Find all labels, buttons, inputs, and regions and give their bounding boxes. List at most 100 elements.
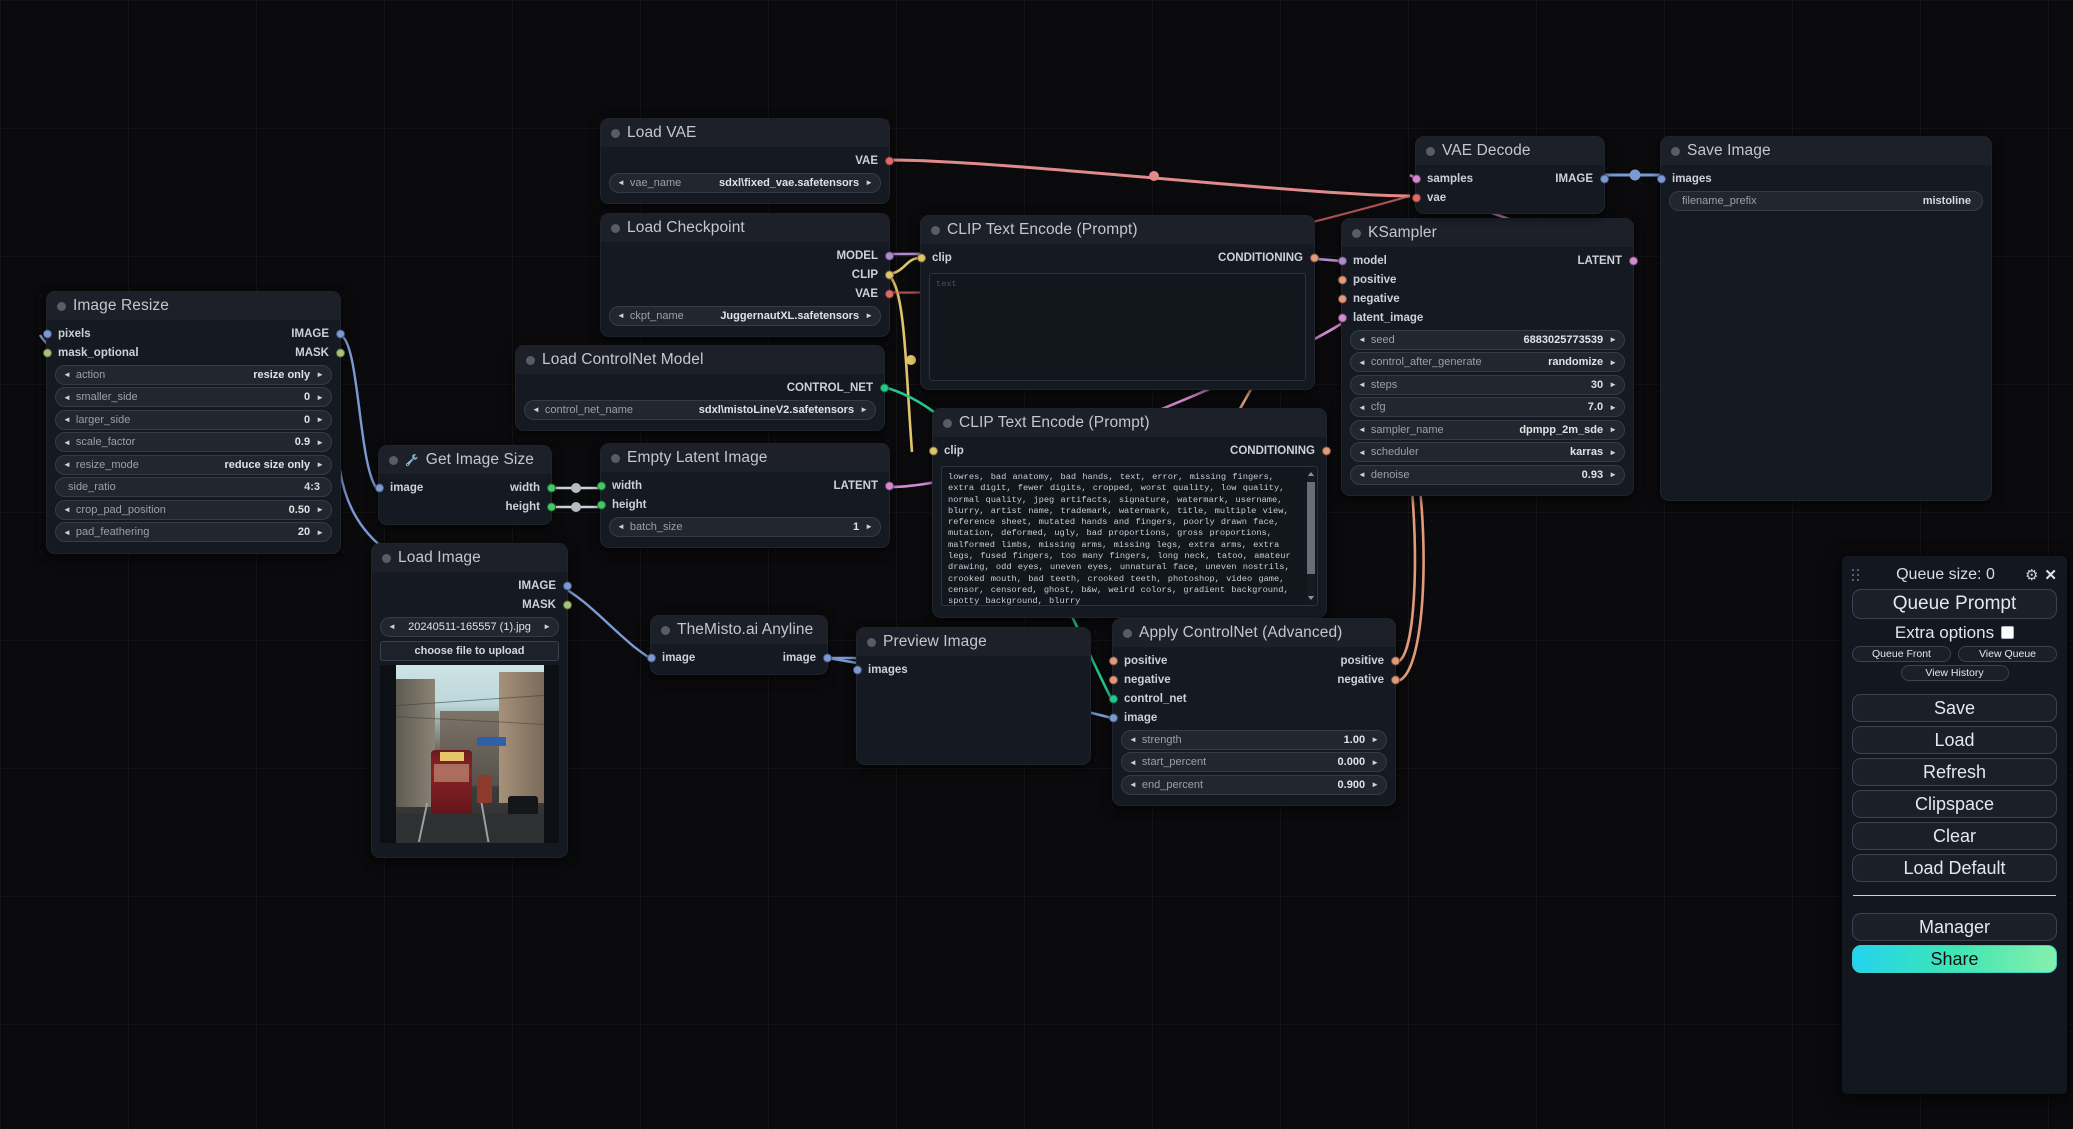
node-preview-image[interactable]: Preview Image images (856, 627, 1091, 765)
input-port-image[interactable] (375, 483, 384, 492)
increment-arrow-icon[interactable]: ► (1371, 735, 1379, 744)
widget-end-percent[interactable]: ◄ end_percent 0.900 ► (1121, 775, 1387, 795)
decrement-arrow-icon[interactable]: ◄ (617, 522, 625, 531)
decrement-arrow-icon[interactable]: ◄ (617, 311, 625, 320)
widget-pad-feathering[interactable]: ◄ pad_feathering 20 ► (55, 522, 332, 542)
output-port-width[interactable] (547, 483, 556, 492)
input-port-control-net[interactable] (1109, 694, 1118, 703)
widget-vae-name[interactable]: ◄ vae_name sdxl\fixed_vae.safetensors ► (609, 173, 881, 193)
node-get-image-size[interactable]: 🔧 Get Image Size image width height (378, 445, 552, 525)
collapse-dot-icon[interactable] (382, 554, 391, 563)
widget-denoise[interactable]: ◄ denoise 0.93 ► (1350, 465, 1625, 485)
output-port-image[interactable] (563, 581, 572, 590)
widget-seed[interactable]: ◄ seed 6883025773539 ► (1350, 330, 1625, 350)
node-title-bar[interactable]: Empty Latent Image (601, 444, 889, 472)
gear-icon[interactable]: ⚙ (2025, 566, 2038, 584)
save-button[interactable]: Save (1852, 694, 2057, 722)
decrement-arrow-icon[interactable]: ◄ (1129, 735, 1137, 744)
queue-front-button[interactable]: Queue Front (1852, 646, 1951, 662)
collapse-dot-icon[interactable] (611, 224, 620, 233)
input-port-negative[interactable] (1109, 675, 1118, 684)
node-load-vae[interactable]: Load VAE VAE ◄ vae_name sdxl\fixed_vae.s… (600, 118, 890, 204)
output-port-vae[interactable] (885, 156, 894, 165)
decrement-arrow-icon[interactable]: ◄ (63, 370, 71, 379)
node-clip-text-encode-positive[interactable]: CLIP Text Encode (Prompt) clip CONDITION… (920, 215, 1315, 390)
increment-arrow-icon[interactable]: ► (1609, 425, 1617, 434)
output-port-mask[interactable] (563, 600, 572, 609)
output-port-image[interactable] (336, 329, 345, 338)
negative-prompt-textarea[interactable]: lowres, bad anatomy, bad hands, text, er… (941, 466, 1318, 606)
widget-crop-pad-position[interactable]: ◄ crop_pad_position 0.50 ► (55, 500, 332, 520)
comfyui-menu-panel[interactable]: Queue size: 0 ⚙ ✕ Queue Prompt Extra opt… (1842, 556, 2067, 1094)
load-button[interactable]: Load (1852, 726, 2057, 754)
widget-side-ratio[interactable]: side_ratio 4:3 (55, 477, 332, 497)
textarea-scrollbar[interactable] (1307, 470, 1315, 602)
close-icon[interactable]: ✕ (2044, 566, 2057, 584)
increment-arrow-icon[interactable]: ► (865, 178, 873, 187)
widget-filename-prefix[interactable]: filename_prefix mistoline (1669, 191, 1983, 211)
extra-options-row[interactable]: Extra options (1852, 619, 2057, 646)
image-preview-thumbnail[interactable] (380, 665, 559, 843)
scrollbar-thumb[interactable] (1307, 482, 1315, 574)
node-clip-text-encode-negative[interactable]: CLIP Text Encode (Prompt) clip CONDITION… (932, 408, 1327, 618)
collapse-dot-icon[interactable] (661, 626, 670, 635)
widget-sampler-name[interactable]: ◄ sampler_name dpmpp_2m_sde ► (1350, 420, 1625, 440)
widget-action[interactable]: ◄ action resize only ► (55, 365, 332, 385)
input-port-image[interactable] (1109, 713, 1118, 722)
node-title-bar[interactable]: Preview Image (857, 628, 1090, 656)
input-port-width[interactable] (597, 481, 606, 490)
increment-arrow-icon[interactable]: ► (1609, 470, 1617, 479)
node-title-bar[interactable]: Load Image (372, 544, 567, 572)
node-title-bar[interactable]: Load VAE (601, 119, 889, 147)
decrement-arrow-icon[interactable]: ◄ (63, 528, 71, 537)
input-port-pixels[interactable] (43, 329, 52, 338)
view-history-button[interactable]: View History (1901, 665, 2009, 681)
previous-image-arrow-icon[interactable]: ◄ (388, 622, 396, 631)
increment-arrow-icon[interactable]: ► (316, 438, 324, 447)
output-port-image[interactable] (1600, 174, 1609, 183)
input-port-height[interactable] (597, 500, 606, 509)
output-port-conditioning[interactable] (1322, 446, 1331, 455)
collapse-dot-icon[interactable] (867, 638, 876, 647)
decrement-arrow-icon[interactable]: ◄ (1358, 358, 1366, 367)
output-port-vae[interactable] (885, 289, 894, 298)
node-themisto-anyline[interactable]: TheMisto.ai Anyline image image (650, 615, 828, 675)
next-image-arrow-icon[interactable]: ► (543, 622, 551, 631)
node-empty-latent-image[interactable]: Empty Latent Image width LATENT height ◄… (600, 443, 890, 548)
collapse-dot-icon[interactable] (389, 456, 398, 465)
increment-arrow-icon[interactable]: ► (1609, 403, 1617, 412)
collapse-dot-icon[interactable] (57, 302, 66, 311)
input-port-vae[interactable] (1412, 193, 1421, 202)
node-ksampler[interactable]: KSampler model LATENT positive negative … (1341, 218, 1634, 496)
widget-steps[interactable]: ◄ steps 30 ► (1350, 375, 1625, 395)
output-port-latent[interactable] (885, 481, 894, 490)
input-port-negative[interactable] (1338, 294, 1347, 303)
widget-control-after-generate[interactable]: ◄ control_after_generate randomize ► (1350, 352, 1625, 372)
extra-options-checkbox[interactable] (2001, 626, 2014, 639)
node-title-bar[interactable]: CLIP Text Encode (Prompt) (921, 216, 1314, 244)
node-title-bar[interactable]: CLIP Text Encode (Prompt) (933, 409, 1326, 437)
drag-handle-icon[interactable] (1852, 569, 1862, 581)
node-title-bar[interactable]: Load Checkpoint (601, 214, 889, 242)
output-port-negative[interactable] (1391, 675, 1400, 684)
node-load-image[interactable]: Load Image IMAGE MASK ◄ 20240511-165557 … (371, 543, 568, 858)
node-vae-decode[interactable]: VAE Decode samples IMAGE vae (1415, 136, 1605, 214)
increment-arrow-icon[interactable]: ► (1609, 380, 1617, 389)
node-title-bar[interactable]: Apply ControlNet (Advanced) (1113, 619, 1395, 647)
increment-arrow-icon[interactable]: ► (860, 405, 868, 414)
node-image-resize[interactable]: Image Resize pixels IMAGE mask_optional … (46, 291, 341, 554)
input-port-samples[interactable] (1412, 174, 1421, 183)
choose-file-upload-button[interactable]: choose file to upload (380, 641, 559, 661)
clear-button[interactable]: Clear (1852, 822, 2057, 850)
output-port-clip[interactable] (885, 270, 894, 279)
output-port-height[interactable] (547, 502, 556, 511)
decrement-arrow-icon[interactable]: ◄ (1358, 335, 1366, 344)
output-port-latent[interactable] (1629, 256, 1638, 265)
decrement-arrow-icon[interactable]: ◄ (1358, 425, 1366, 434)
node-apply-controlnet-advanced[interactable]: Apply ControlNet (Advanced) positive pos… (1112, 618, 1396, 806)
decrement-arrow-icon[interactable]: ◄ (532, 405, 540, 414)
node-load-controlnet-model[interactable]: Load ControlNet Model CONTROL_NET ◄ cont… (515, 345, 885, 431)
input-port-clip[interactable] (917, 253, 926, 262)
decrement-arrow-icon[interactable]: ◄ (1358, 380, 1366, 389)
widget-strength[interactable]: ◄ strength 1.00 ► (1121, 730, 1387, 750)
